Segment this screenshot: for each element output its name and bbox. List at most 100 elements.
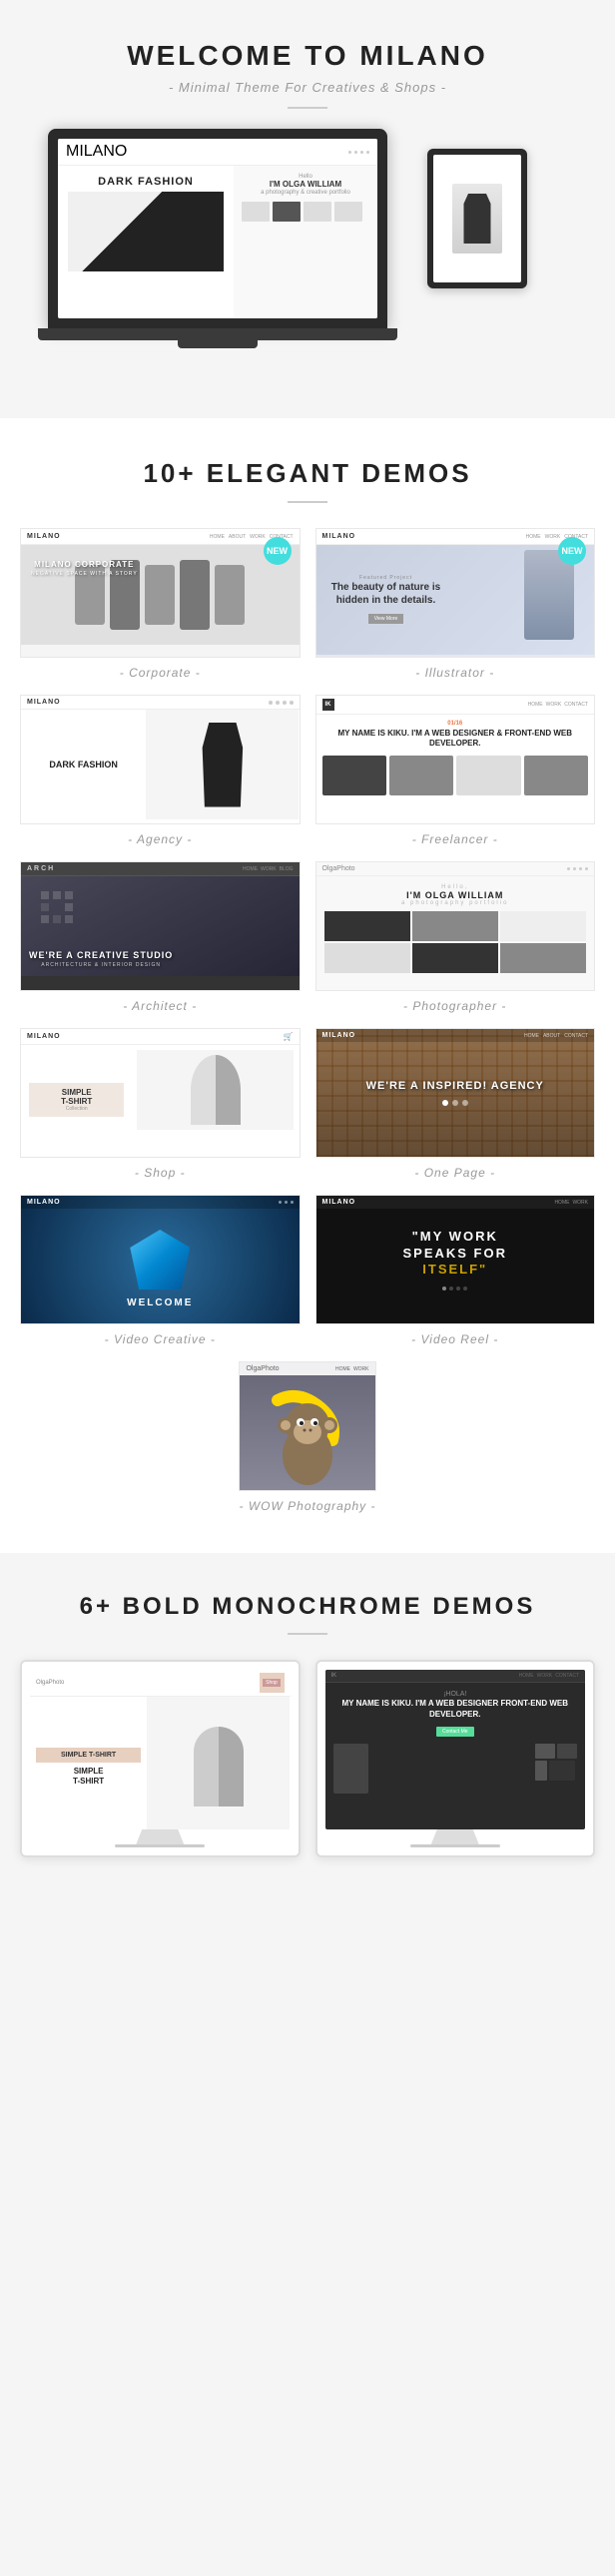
demo-video-creative-thumb: MILANO WELCOME bbox=[20, 1195, 301, 1324]
shop-right bbox=[132, 1045, 299, 1155]
demo-freelancer[interactable]: IK HOME WORK CONTACT 01/16 MY NAME IS KI… bbox=[315, 695, 596, 846]
demo-photographer-thumb: OlgaPhoto Hello, I'M OLGA WILLIAM a phot… bbox=[315, 861, 596, 991]
mono-shop-right bbox=[147, 1697, 290, 1829]
new-badge-illustrator: NEW bbox=[558, 537, 586, 565]
illus-hero: Featured Project The beauty of nature is… bbox=[316, 545, 595, 655]
corp-headline: MILANO CORPORATE bbox=[31, 560, 138, 569]
demo-photographer-label: - Photographer - bbox=[315, 999, 596, 1013]
demo-wow-photography[interactable]: OlgaPhoto HOME WORK bbox=[239, 1361, 375, 1513]
free-photo-4 bbox=[524, 756, 588, 795]
mono-shop[interactable]: OlgaPhoto Shop SIMPLE bbox=[20, 1660, 301, 1857]
mono-device-stack bbox=[535, 1744, 577, 1794]
photo-name: I'M OLGA WILLIAM bbox=[324, 890, 587, 900]
free-photo-1 bbox=[322, 756, 386, 795]
imac-shop: OlgaPhoto Shop SIMPLE bbox=[20, 1660, 301, 1857]
photo-grid bbox=[324, 911, 587, 973]
shop-left: SIMPLE T-SHIRT Collection bbox=[21, 1045, 132, 1155]
demo-architect-thumb: ARCH HOME WORK BLOG bbox=[20, 861, 301, 991]
mono-free-nav: HOME WORK CONTACT bbox=[519, 1673, 579, 1679]
photo-cell-6 bbox=[500, 943, 586, 973]
free-photos bbox=[322, 756, 589, 795]
demo-video-creative[interactable]: MILANO WELCOME - Video Creative - bbox=[20, 1195, 301, 1346]
imac-freelancer: IK HOME WORK CONTACT ¡HOLA! MY NAME IS K… bbox=[315, 1660, 596, 1857]
free-name: MY NAME IS KIKU. I'M A WEB DESIGNER & FR… bbox=[322, 729, 589, 750]
free-nav: HOME WORK CONTACT bbox=[528, 702, 588, 708]
photo-sub: a photography portfolio bbox=[324, 900, 587, 906]
imac-freelancer-screen: IK HOME WORK CONTACT ¡HOLA! MY NAME IS K… bbox=[325, 1670, 586, 1829]
illus-main: The beauty of nature is hidden in the de… bbox=[326, 581, 446, 607]
arch-nav: HOME WORK BLOG bbox=[243, 866, 293, 872]
wow-bg: OlgaPhoto HOME WORK bbox=[240, 1362, 374, 1490]
vc-logo: MILANO bbox=[27, 1199, 61, 1206]
thumb-1 bbox=[242, 202, 270, 222]
demo-illustrator[interactable]: NEW MILANO HOME WORK CONTACT Featured Pr… bbox=[315, 528, 596, 680]
mono-product-area: SIMPLE T-SHIRT bbox=[36, 1748, 141, 1763]
person-4 bbox=[180, 560, 210, 630]
arch-text: WE'RE A CREATIVE STUDIO Architecture & I… bbox=[29, 950, 173, 968]
photo-body: Hello, I'M OLGA WILLIAM a photography po… bbox=[316, 876, 595, 981]
demo-photographer[interactable]: OlgaPhoto Hello, I'M OLGA WILLIAM a phot… bbox=[315, 861, 596, 1013]
demo-architect[interactable]: ARCH HOME WORK BLOG bbox=[20, 861, 301, 1013]
imac-shop-body: OlgaPhoto Shop SIMPLE bbox=[20, 1660, 301, 1857]
vc-hero: MILANO WELCOME bbox=[21, 1196, 300, 1323]
photo-dots bbox=[567, 867, 588, 870]
screen-logo: MILANO bbox=[66, 143, 127, 161]
onepage-logo: MILANO bbox=[322, 1032, 356, 1039]
screen-dark-fashion: DARK FASHION bbox=[68, 176, 224, 188]
illus-btn: View More bbox=[368, 614, 404, 624]
illustrator-content: MILANO HOME WORK CONTACT Featured Projec… bbox=[316, 529, 595, 657]
corporate-content: MILANO HOMEABOUTWORKCONTACT bbox=[21, 529, 300, 657]
demo-corporate[interactable]: NEW MILANO HOMEABOUTWORKCONTACT bbox=[20, 528, 301, 680]
mono-shop-content: OlgaPhoto Shop SIMPLE bbox=[30, 1670, 291, 1829]
shop-figure bbox=[137, 1050, 294, 1130]
mono-free-header: IK HOME WORK CONTACT bbox=[325, 1670, 586, 1683]
free-tag: 01/16 bbox=[322, 721, 589, 727]
demo-agency-label: - Agency - bbox=[20, 832, 301, 846]
mono-free-btn[interactable]: Contact Me bbox=[436, 1727, 474, 1737]
agency-dark-fashion: DARK FASHION bbox=[29, 760, 138, 770]
free-photo-3 bbox=[456, 756, 520, 795]
shop-product-sub: Collection bbox=[34, 1106, 119, 1112]
arch-headline: WE'RE A CREATIVE STUDIO bbox=[29, 950, 173, 960]
olga-name: I'M OLGA WILLIAM bbox=[242, 180, 369, 190]
vr-hero: MILANO HOME WORK "MY WORK SPEAKS FOR ITS… bbox=[316, 1196, 595, 1323]
fashion-figure bbox=[184, 195, 224, 269]
shop-product-card: SIMPLE T-SHIRT Collection bbox=[29, 1083, 124, 1117]
mono-product-badge-text: Shop bbox=[263, 1679, 281, 1687]
arch-sub: Architecture & Interior Design bbox=[29, 962, 173, 968]
imac-base bbox=[115, 1844, 205, 1847]
corp-text-overlay: MILANO CORPORATE Negative space with a s… bbox=[31, 560, 138, 577]
demo-shop-thumb: MILANO 🛒 SIMPLE T-SHIRT Collection bbox=[20, 1028, 301, 1158]
demo-shop[interactable]: MILANO 🛒 SIMPLE T-SHIRT Collection bbox=[20, 1028, 301, 1180]
illus-figure bbox=[524, 550, 584, 650]
onepage-content: MILANO HOME ABOUT CONTACT WE'RE A INSPIR… bbox=[316, 1029, 595, 1157]
vr-header: MILANO HOME WORK bbox=[316, 1196, 595, 1209]
free-header: IK HOME WORK CONTACT bbox=[316, 696, 595, 715]
demos-grid: NEW MILANO HOMEABOUTWORKCONTACT bbox=[20, 528, 595, 1513]
imac-stand bbox=[130, 1829, 190, 1844]
mono-device-row-2 bbox=[535, 1761, 577, 1781]
new-badge-corporate: NEW bbox=[264, 537, 292, 565]
vc-gem bbox=[130, 1230, 190, 1289]
illus-header: MILANO HOME WORK CONTACT bbox=[316, 529, 595, 545]
demo-video-reel[interactable]: MILANO HOME WORK "MY WORK SPEAKS FOR ITS… bbox=[315, 1195, 596, 1346]
demo-video-creative-label: - Video Creative - bbox=[20, 1332, 301, 1346]
subtitle: - Minimal Theme For Creatives & Shops - bbox=[20, 80, 595, 95]
laptop-mockup: MILANO DARK FASHION bbox=[48, 129, 387, 348]
demo-onepage[interactable]: MILANO HOME ABOUT CONTACT WE'RE A INSPIR… bbox=[315, 1028, 596, 1180]
mono-grid: OlgaPhoto Shop SIMPLE bbox=[20, 1660, 595, 1857]
corp-logo: MILANO bbox=[27, 533, 61, 540]
arch-header: ARCH HOME WORK BLOG bbox=[21, 862, 300, 876]
demo-wow-thumb: OlgaPhoto HOME WORK bbox=[239, 1361, 375, 1491]
screen-nav bbox=[348, 151, 369, 154]
mono-freelancer[interactable]: IK HOME WORK CONTACT ¡HOLA! MY NAME IS K… bbox=[315, 1660, 596, 1857]
demo-agency[interactable]: MILANO DARK FASHION - A bbox=[20, 695, 301, 846]
arch-hero: WE'RE A CREATIVE STUDIO Architecture & I… bbox=[21, 876, 300, 976]
mono-free-body: ¡HOLA! MY NAME IS KIKU. I'M A WEB DESIGN… bbox=[325, 1683, 586, 1802]
shop-content: MILANO 🛒 SIMPLE T-SHIRT Collection bbox=[21, 1029, 300, 1157]
demo-wow-label: - WOW Photography - bbox=[239, 1499, 375, 1513]
mono-divider bbox=[288, 1633, 327, 1635]
demo-onepage-thumb: MILANO HOME ABOUT CONTACT WE'RE A INSPIR… bbox=[315, 1028, 596, 1158]
imac-base-2 bbox=[410, 1844, 500, 1847]
shop-body: SIMPLE T-SHIRT Collection bbox=[21, 1045, 300, 1155]
